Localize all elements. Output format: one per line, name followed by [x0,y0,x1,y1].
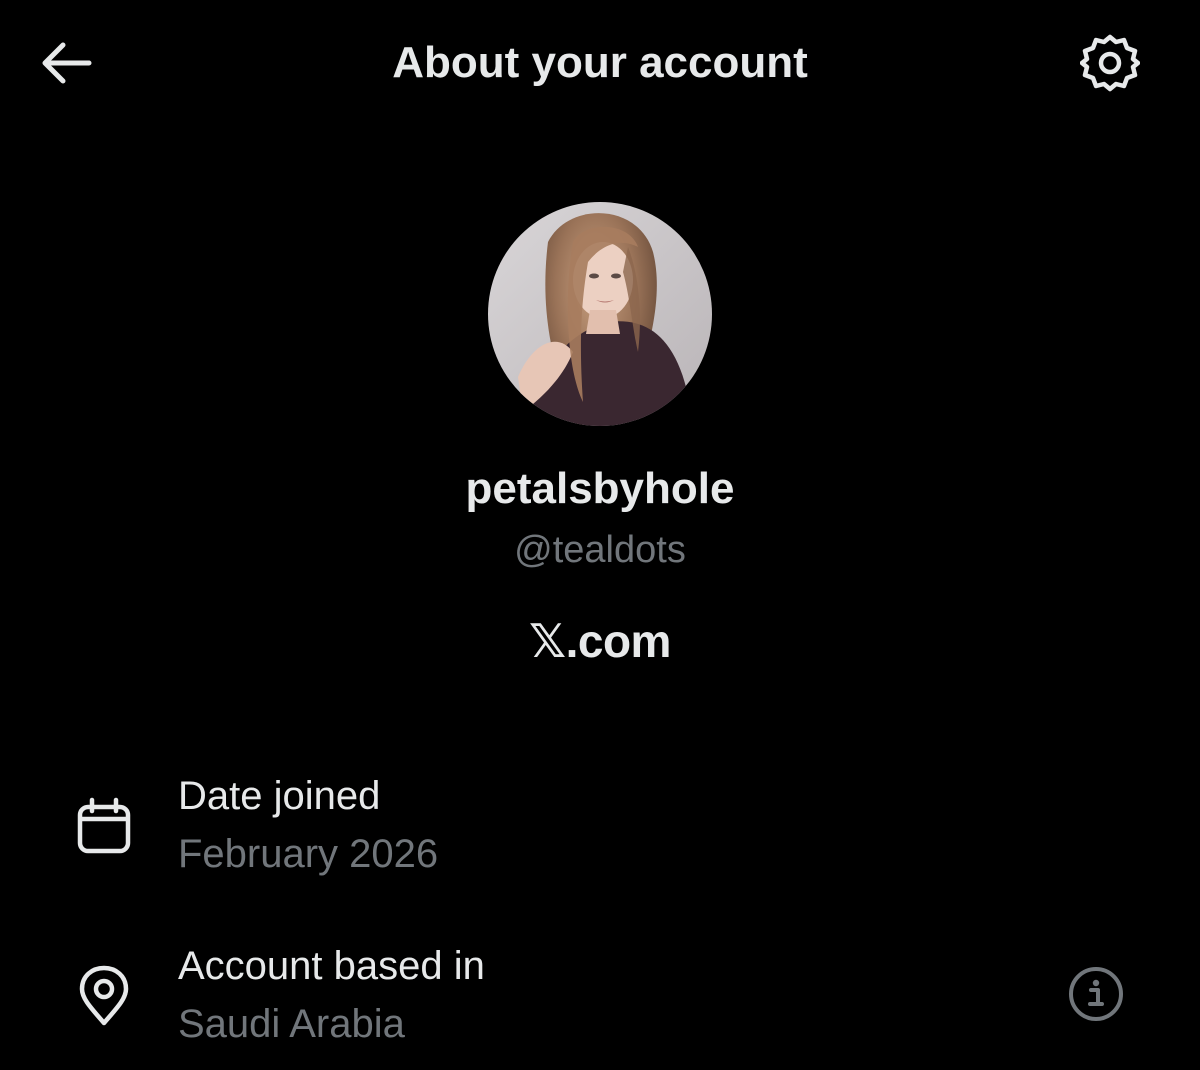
calendar-icon [70,792,138,860]
page-title: About your account [392,38,808,87]
user-handle: @tealdots [514,529,686,571]
account-based-in-row: Account based in Saudi Arabia [0,940,1200,1060]
gear-icon [1080,34,1140,92]
display-name: petalsbyhole [465,464,735,513]
account-based-in-value: Saudi Arabia [178,1002,405,1046]
settings-button[interactable] [1076,32,1144,94]
date-joined-row: Date joined February 2026 [0,770,1200,890]
avatar-photo [488,202,712,426]
brand-domain: 𝕏.com [529,615,671,667]
date-joined-value: February 2026 [178,832,439,876]
account-based-in-label: Account based in [178,944,485,988]
date-joined-label: Date joined [178,774,381,818]
avatar[interactable] [488,202,712,426]
info-button[interactable] [1064,962,1128,1026]
top-app-bar: About your account [0,0,1200,126]
location-pin-icon [70,962,138,1030]
info-icon [1069,967,1123,1021]
